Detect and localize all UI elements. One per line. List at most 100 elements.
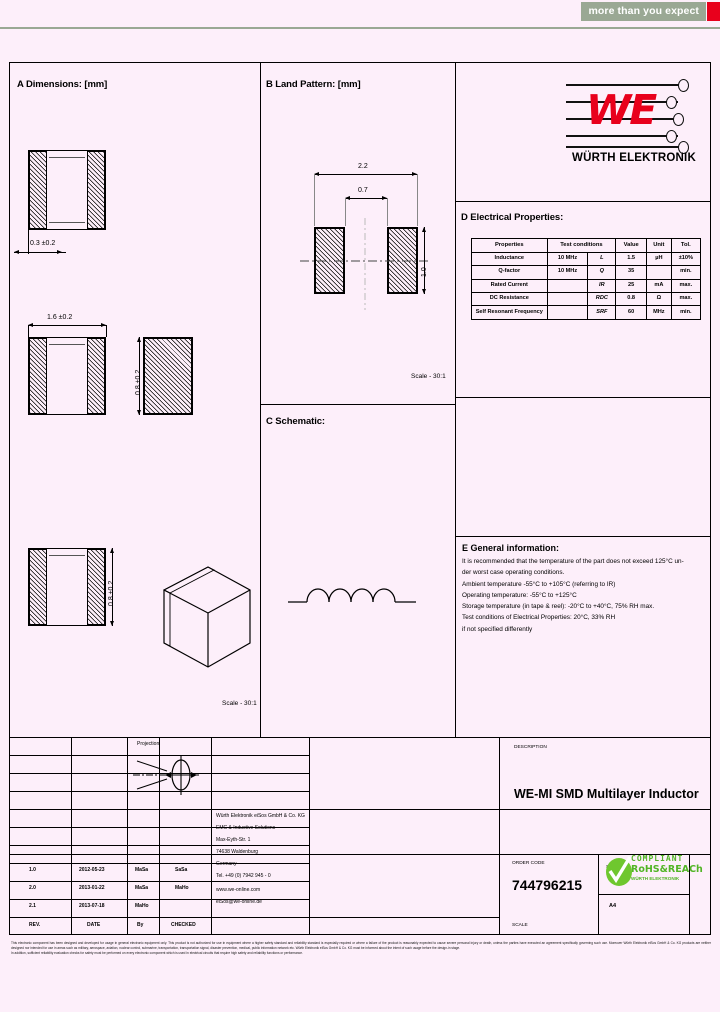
cell-tol: max. (670, 278, 702, 294)
description-label: DESCRIPTION (514, 745, 547, 750)
general-info-line: Test conditions of Electrical Properties… (462, 614, 616, 622)
dim-arrow-up-c (136, 337, 141, 342)
cell-unit: µH (646, 251, 672, 267)
cell-property: Self Resonant Frequency (471, 305, 548, 320)
component-bottom-view (28, 548, 106, 626)
header-tol: Tol. (670, 238, 702, 253)
tb-hline-4 (9, 809, 711, 811)
general-info-line: Ambient temperature -55°C to +105°C (ref… (462, 580, 616, 588)
cell-value: 60 (615, 305, 648, 320)
land-label-pad-height: 1.0 (421, 267, 428, 277)
rev-cell-by: MaSa (135, 867, 149, 873)
address-line: Max-Eyth-Str. 1 (216, 837, 251, 843)
datasheet-page: more than you expect A Dimensions: [mm] … (0, 0, 720, 1012)
divider-col-1 (260, 62, 262, 737)
scale-label-land-pattern: Scale - 30:1 (411, 373, 446, 380)
electrical-properties-table: Properties Test conditions Value Unit To… (471, 238, 702, 320)
dim-label-body-length: 1.6 ±0.2 (47, 314, 73, 321)
general-information-block: E General information: It is recommended… (462, 543, 702, 636)
dim-arrow-down-d (109, 621, 114, 626)
dim-arrow-left-a (14, 250, 19, 254)
projection-label: Projection (137, 741, 160, 747)
disclaimer-line-1: This electronic component has been desig… (11, 941, 711, 951)
cell-unit (646, 265, 672, 280)
dim-ext-line-b1 (28, 325, 29, 337)
rev-cell-date: 2013-07-18 (79, 903, 105, 909)
land-label-gap: 0.7 (358, 187, 368, 194)
size-value: A4 (609, 903, 617, 909)
cell-value: 25 (615, 278, 648, 294)
rohs-reach-text: RoHS&REACh (631, 864, 703, 875)
rev-cell-rev: 2.0 (29, 885, 36, 891)
rev-header-by: By (137, 922, 144, 928)
header-unit: Unit (646, 238, 672, 253)
section-title-electrical: D Electrical Properties: (461, 212, 564, 223)
tb-vline-5 (309, 737, 311, 935)
divider-general-top (455, 536, 711, 538)
cell-tol: min. (670, 265, 702, 280)
title-block: 1.0 2012-05-23 MaSa SaSa 2.0 2013-01-22 … (9, 737, 711, 935)
component-front-view (28, 337, 106, 415)
rev-cell-date: 2013-01-22 (79, 885, 105, 891)
component-isometric-view (163, 566, 251, 668)
cell-tol: min. (670, 305, 702, 320)
component-top-view (28, 150, 106, 230)
dim-ext-line-b2 (106, 325, 107, 337)
rohs-leaf-checkmark-icon (606, 856, 632, 886)
land-dim-line-gap (345, 198, 387, 199)
table-row: Inductance 10 MHz L 1.5 µH ±10% (471, 251, 702, 267)
tb-hline-11 (9, 917, 499, 919)
rohs-brand-text: WÜRTH ELEKTRONIK (631, 876, 680, 881)
tb-vline-6 (499, 737, 501, 935)
cell-value: 1.5 (615, 251, 648, 267)
rev-cell-rev: 2.1 (29, 903, 36, 909)
header-value: Value (615, 238, 648, 253)
order-code-value: 744796215 (512, 877, 583, 893)
divider-land-schematic (260, 404, 455, 406)
header-test-conditions: Test conditions (546, 238, 617, 253)
dim-label-terminal-width: 0.3 ±0.2 (30, 240, 56, 247)
cell-value: 0.8 (615, 292, 648, 307)
cell-tol: max. (670, 292, 702, 307)
rev-header-date: DATE (87, 922, 101, 928)
land-dim-line-height (424, 227, 425, 294)
table-row: Self Resonant Frequency SRF 60 MHz min. (471, 305, 702, 320)
header-divider (0, 27, 720, 29)
dim-label-body-height: 0.8 ±0.2 (135, 369, 142, 395)
general-info-line: It is recommended that the temperature o… (462, 558, 684, 565)
first-angle-projection-icon (133, 755, 199, 795)
divider-col-2 (455, 62, 457, 737)
dim-label-body-width: 0.8 ±0.2 (108, 580, 115, 606)
general-info-line: if not specified differently (462, 625, 533, 633)
rev-cell-date: 2012-05-23 (79, 867, 105, 873)
scale-label-dimensions: Scale - 30:1 (222, 700, 257, 707)
rev-cell-by: MaSa (135, 885, 149, 891)
dim-line-body-length (28, 325, 106, 326)
cell-symbol: L (587, 251, 617, 267)
land-dim-line-overall (314, 174, 417, 175)
tb-hline-12 (598, 894, 689, 896)
tagline: more than you expect (581, 2, 706, 21)
address-line: Würth Elektronik eiSos GmbH & Co. KG (216, 813, 305, 819)
land-centerlines (300, 218, 428, 310)
legal-disclaimer: This electronic component has been desig… (11, 941, 711, 956)
rev-cell-checked: MaHo (175, 885, 189, 891)
cell-tol: ±10% (670, 251, 702, 267)
scale-label: SCALE (512, 923, 528, 928)
cell-symbol: SRF (587, 305, 617, 320)
red-square-accent (707, 2, 720, 21)
address-line: Germany (216, 861, 237, 867)
cell-property: DC Resistance (471, 292, 548, 307)
table-header-row: Properties Test conditions Value Unit To… (471, 238, 702, 253)
cell-symbol: RDC (587, 292, 617, 307)
rev-header-rev: REV. (29, 922, 41, 928)
cell-property: Q-factor (471, 265, 548, 280)
rohs-reach-compliant-badge: COMPLIANT RoHS&REACh WÜRTH ELEKTRONIK (604, 854, 703, 887)
dim-arrow-down-c (136, 410, 141, 415)
company-name: WÜRTH ELEKTRONIK (572, 152, 696, 164)
schematic-inductor-symbol (288, 588, 416, 603)
cell-symbol: Q (587, 265, 617, 280)
address-line: Tel. +49 (0) 7942 945 - 0 (216, 873, 271, 879)
general-info-line: Storage temperature (in tape & reel): -2… (462, 603, 655, 611)
cell-condition (546, 305, 589, 320)
